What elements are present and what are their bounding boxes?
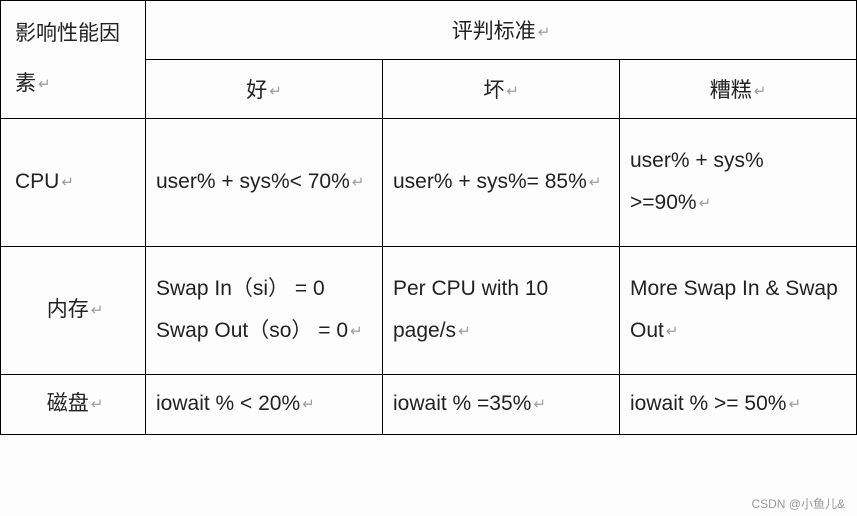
cpu-good: user% + sys%< 70%↵ (146, 118, 383, 246)
performance-criteria-table: 影响性能因素↵ 评判标准↵ 好↵ 坏↵ 糟糕↵ CPU↵ user% + sys… (0, 0, 857, 435)
paragraph-mark-icon: ↵ (302, 396, 315, 413)
paragraph-mark-icon: ↵ (269, 83, 282, 100)
subheader-bad: 坏↵ (383, 59, 620, 118)
paragraph-mark-icon: ↵ (91, 396, 104, 413)
header-factor-text: 影响性能因素 (15, 22, 120, 95)
table-row: 磁盘↵ iowait % < 20%↵ iowait % =35%↵ iowai… (1, 374, 857, 434)
memory-terrible-text: More Swap In & Swap Out (630, 277, 844, 342)
paragraph-mark-icon: ↵ (666, 323, 679, 340)
memory-bad: Per CPU with 10 page/s↵ (383, 246, 620, 374)
cpu-bad-text: user% + sys%= 85% (393, 170, 587, 193)
memory-good-text: Swap In（si） = 0 Swap Out（so） = 0 (156, 277, 348, 342)
disk-terrible: iowait % >= 50%↵ (620, 374, 857, 434)
paragraph-mark-icon: ↵ (61, 174, 74, 191)
table-row: 内存↵ Swap In（si） = 0 Swap Out（so） = 0↵ Pe… (1, 246, 857, 374)
cpu-bad: user% + sys%= 85%↵ (383, 118, 620, 246)
subheader-bad-text: 坏 (483, 79, 504, 102)
paragraph-mark-icon: ↵ (506, 83, 519, 100)
watermark-text: CSDN @小鱼儿& (751, 495, 845, 512)
paragraph-mark-icon: ↵ (533, 396, 546, 413)
table-row: CPU↵ user% + sys%< 70%↵ user% + sys%= 85… (1, 118, 857, 246)
paragraph-mark-icon: ↵ (350, 323, 363, 340)
disk-terrible-text: iowait % >= 50% (630, 392, 786, 415)
disk-bad-text: iowait % =35% (393, 392, 531, 415)
header-row-1: 影响性能因素↵ 评判标准↵ (1, 1, 857, 60)
header-factor: 影响性能因素↵ (1, 1, 146, 119)
paragraph-mark-icon: ↵ (538, 24, 551, 41)
factor-cpu: CPU↵ (1, 118, 146, 246)
disk-bad: iowait % =35%↵ (383, 374, 620, 434)
cpu-good-text: user% + sys%< 70% (156, 170, 350, 193)
paragraph-mark-icon: ↵ (788, 396, 801, 413)
header-criteria: 评判标准↵ (146, 1, 857, 60)
factor-cpu-text: CPU (15, 170, 59, 193)
subheader-good: 好↵ (146, 59, 383, 118)
cpu-terrible: user% + sys% >=90%↵ (620, 118, 857, 246)
paragraph-mark-icon: ↵ (458, 323, 471, 340)
disk-good-text: iowait % < 20% (156, 392, 300, 415)
memory-terrible: More Swap In & Swap Out↵ (620, 246, 857, 374)
factor-memory-text: 内存 (47, 298, 89, 321)
disk-good: iowait % < 20%↵ (146, 374, 383, 434)
memory-bad-text: Per CPU with 10 page/s (393, 277, 554, 342)
paragraph-mark-icon: ↵ (699, 195, 712, 212)
subheader-good-text: 好 (246, 79, 267, 102)
factor-memory: 内存↵ (1, 246, 146, 374)
paragraph-mark-icon: ↵ (38, 76, 51, 93)
memory-good: Swap In（si） = 0 Swap Out（so） = 0↵ (146, 246, 383, 374)
paragraph-mark-icon: ↵ (352, 174, 365, 191)
header-criteria-text: 评判标准 (452, 20, 536, 43)
factor-disk-text: 磁盘 (47, 392, 89, 415)
subheader-terrible-text: 糟糕 (710, 79, 752, 102)
paragraph-mark-icon: ↵ (589, 174, 602, 191)
factor-disk: 磁盘↵ (1, 374, 146, 434)
paragraph-mark-icon: ↵ (754, 83, 767, 100)
subheader-terrible: 糟糕↵ (620, 59, 857, 118)
paragraph-mark-icon: ↵ (91, 302, 104, 319)
